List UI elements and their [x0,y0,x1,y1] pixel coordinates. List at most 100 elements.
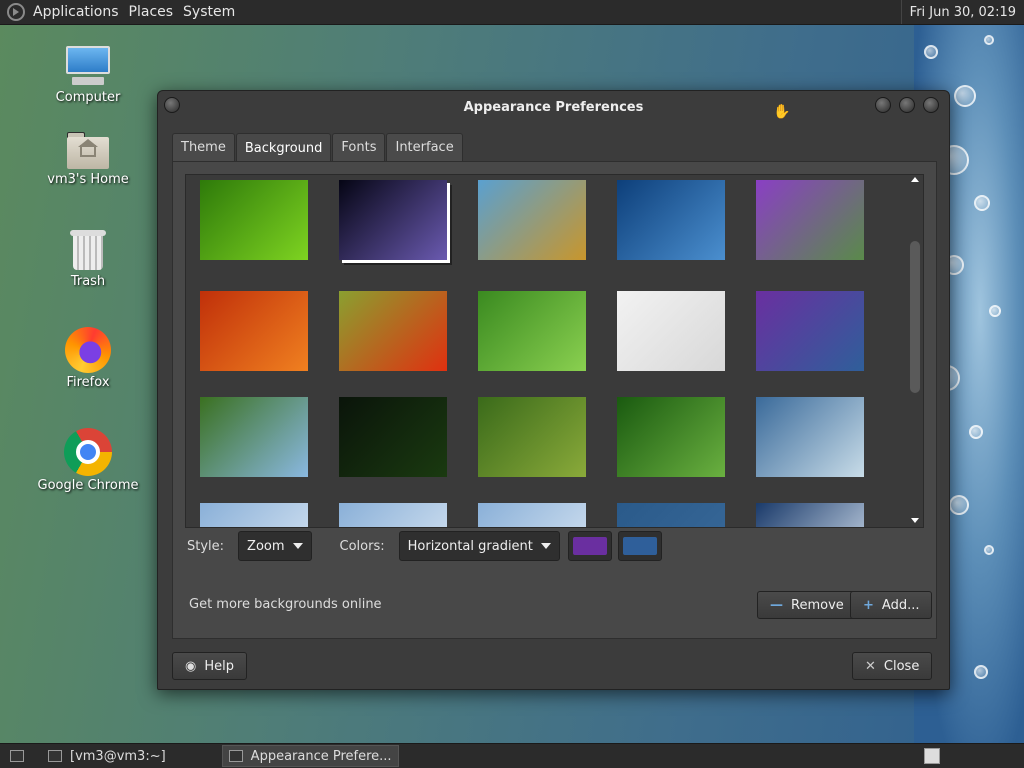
background-thumbnail-mate-logo-light[interactable] [617,291,725,371]
background-thumbnail-ice-2[interactable] [339,503,447,527]
tab-theme[interactable]: Theme [172,133,235,161]
show-desktop-button[interactable] [4,745,38,767]
desktop-icon-home[interactable]: vm3's Home [28,130,148,187]
colors-dropdown[interactable]: Horizontal gradient [398,531,560,561]
background-thumbnail-comet[interactable] [339,180,447,260]
background-thumbnail-red-flower[interactable] [339,291,447,371]
add-label: Add... [881,597,920,613]
scrollbar-thumb[interactable] [910,241,920,393]
colors-value: Horizontal gradient [407,538,533,554]
remove-button[interactable]: — Remove [757,591,857,619]
taskbar-item-label: Appearance Prefere... [250,748,392,764]
terminal-icon [48,750,62,762]
show-desktop-icon [10,750,24,762]
water-bubble [984,545,994,555]
taskbar-item-label: [vm3@vm3:~] [70,748,166,764]
background-thumbnail-ice-1[interactable] [200,503,308,527]
background-thumbnail-purple-gradient-dots[interactable] [756,180,864,260]
window-close-button[interactable] [923,97,939,113]
remove-label: Remove [791,597,844,613]
window-menu-button[interactable] [164,97,180,113]
desktop-icon-trash[interactable]: Trash [28,228,148,289]
clock[interactable]: Fri Jun 30, 02:19 [900,0,1024,24]
taskbar-item-appearance[interactable]: Appearance Prefere... [221,745,399,767]
home-folder-icon [65,130,111,170]
background-thumbnail-ice-3[interactable] [478,503,586,527]
background-panel: Style: Zoom Colors: Horizontal gradient … [172,161,937,639]
tab-fonts[interactable]: Fonts [332,133,386,161]
appearance-preferences-window: Appearance Preferences ✋ Theme Backgroun… [157,90,950,690]
tab-background[interactable]: Background [235,133,332,162]
menu-system[interactable]: System [181,4,243,20]
bottom-taskbar: [vm3@vm3:~] Appearance Prefere... [0,743,1024,768]
add-button[interactable]: + Add... [850,591,933,619]
desktop-icon-label: Firefox [66,375,110,390]
appearance-icon [228,750,243,762]
water-bubble [949,495,969,515]
background-thumbnail-bluebells[interactable] [200,397,308,477]
options-row: Style: Zoom Colors: Horizontal gradient [187,528,927,564]
desktop-icon-label: vm3's Home [47,172,129,187]
taskbar-item-terminal[interactable]: [vm3@vm3:~] [42,745,172,767]
menu-places[interactable]: Places [127,4,182,20]
background-thumbnail-green-leaves-drops[interactable] [617,397,725,477]
close-button[interactable]: ✕ Close [852,652,933,680]
background-thumbnail-blue-swoosh[interactable] [756,503,864,527]
water-bubble [924,45,938,59]
secondary-color-swatch [622,537,657,555]
desktop-icon-label: Trash [70,274,106,289]
gallery-scrollbar[interactable] [907,175,923,527]
get-more-backgrounds-link[interactable]: Get more backgrounds online [189,597,382,612]
background-thumbnail-blue-waves[interactable] [756,397,864,477]
top-panel: Applications Places System Fri Jun 30, 0… [0,0,1024,25]
maximize-button[interactable] [899,97,915,113]
scroll-down-arrow-icon[interactable] [911,518,919,523]
computer-icon [64,46,112,88]
chevron-down-icon [292,543,303,549]
desktop-icon-chrome[interactable]: Google Chrome [28,428,148,493]
help-button[interactable]: ◉ Help [172,652,247,680]
mate-menu-icon[interactable] [7,3,25,21]
background-thumbnail-blue-abstract[interactable] [617,180,725,260]
window-title: Appearance Preferences [463,99,644,115]
background-thumbnail-mate-dark[interactable] [339,397,447,477]
tab-interface[interactable]: Interface [386,133,463,161]
tab-bar: Theme Background Fonts Interface [172,133,464,162]
style-dropdown[interactable]: Zoom [238,531,312,561]
background-thumbnail-grass-beach[interactable] [478,180,586,260]
water-bubble [974,665,988,679]
plus-icon: + [863,597,874,613]
minus-icon: — [770,597,783,613]
help-label: Help [204,658,234,674]
style-value: Zoom [247,538,285,554]
chrome-icon [64,428,112,476]
background-thumbnail-blue-solid[interactable] [617,503,725,527]
water-bubble [969,425,983,439]
trash-icon [70,228,106,272]
desktop-icon-label: Computer [55,90,121,105]
hand-cursor-icon: ✋ [773,104,791,120]
window-titlebar[interactable]: Appearance Preferences ✋ [158,91,949,123]
menu-applications[interactable]: Applications [31,4,127,20]
colors-label: Colors: [339,538,385,554]
help-icon: ◉ [185,658,197,674]
primary-color-button[interactable] [567,531,612,561]
background-thumbnail-purple-blue-gradient[interactable] [756,291,864,371]
water-bubble [954,85,976,107]
chevron-down-icon [540,543,551,549]
background-gallery [185,174,924,528]
water-bubble [974,195,990,211]
background-thumbnail-orange-flower[interactable] [200,291,308,371]
water-bubble [984,35,994,45]
background-thumbnail-green-leaf[interactable] [200,180,308,260]
secondary-color-button[interactable] [617,531,662,561]
workspace-icon [924,748,940,764]
scroll-up-arrow-icon[interactable] [911,177,919,182]
background-thumbnail-green-grass[interactable] [478,291,586,371]
firefox-icon [65,327,111,373]
workspace-switcher[interactable] [918,745,954,767]
desktop-icon-firefox[interactable]: Firefox [28,327,148,390]
minimize-button[interactable] [875,97,891,113]
background-thumbnail-mate-green[interactable] [478,397,586,477]
desktop-icon-computer[interactable]: Computer [28,46,148,105]
